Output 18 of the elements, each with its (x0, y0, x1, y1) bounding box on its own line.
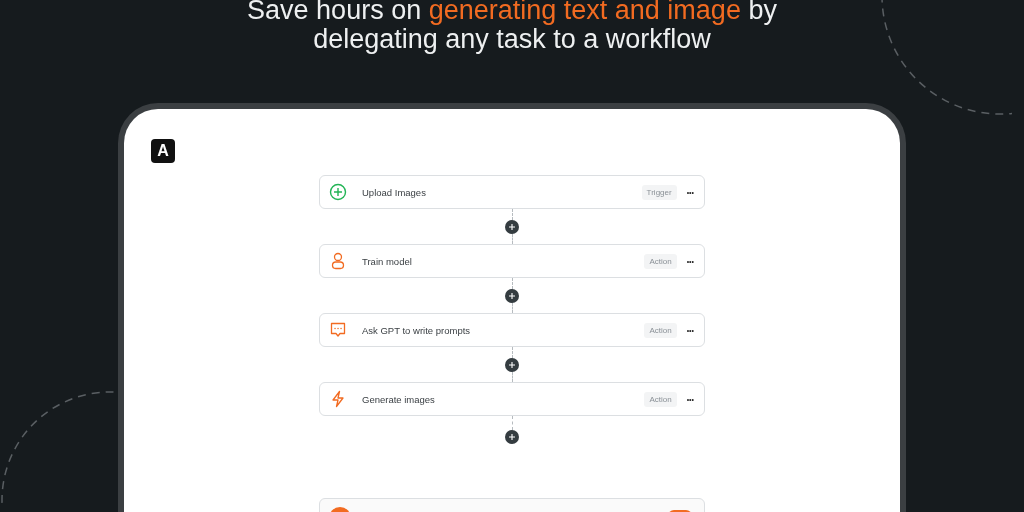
step-type-tag: Trigger (641, 184, 677, 200)
add-step-icon[interactable] (505, 288, 519, 303)
headline-text: Save hours on generating text and image by (247, 0, 777, 25)
step-label: Train model (362, 255, 413, 267)
step-type-tag: Action (644, 253, 677, 269)
person-icon (329, 252, 347, 270)
plus-circle-icon (329, 183, 347, 201)
step-type-tag: Action (644, 391, 677, 407)
add-step-icon[interactable] (505, 219, 519, 234)
step-type-tag: Action (644, 322, 677, 338)
step-label: Ask GPT to write prompts (362, 324, 472, 336)
headline-text: delegating any task to a workflow (313, 25, 711, 54)
add-step-icon[interactable] (505, 357, 519, 372)
chat-icon (329, 321, 347, 339)
step-label: Upload Images (362, 186, 427, 198)
logo: A (151, 139, 175, 163)
add-step-icon[interactable] (505, 430, 519, 444)
step-label: Generate images (362, 393, 436, 405)
